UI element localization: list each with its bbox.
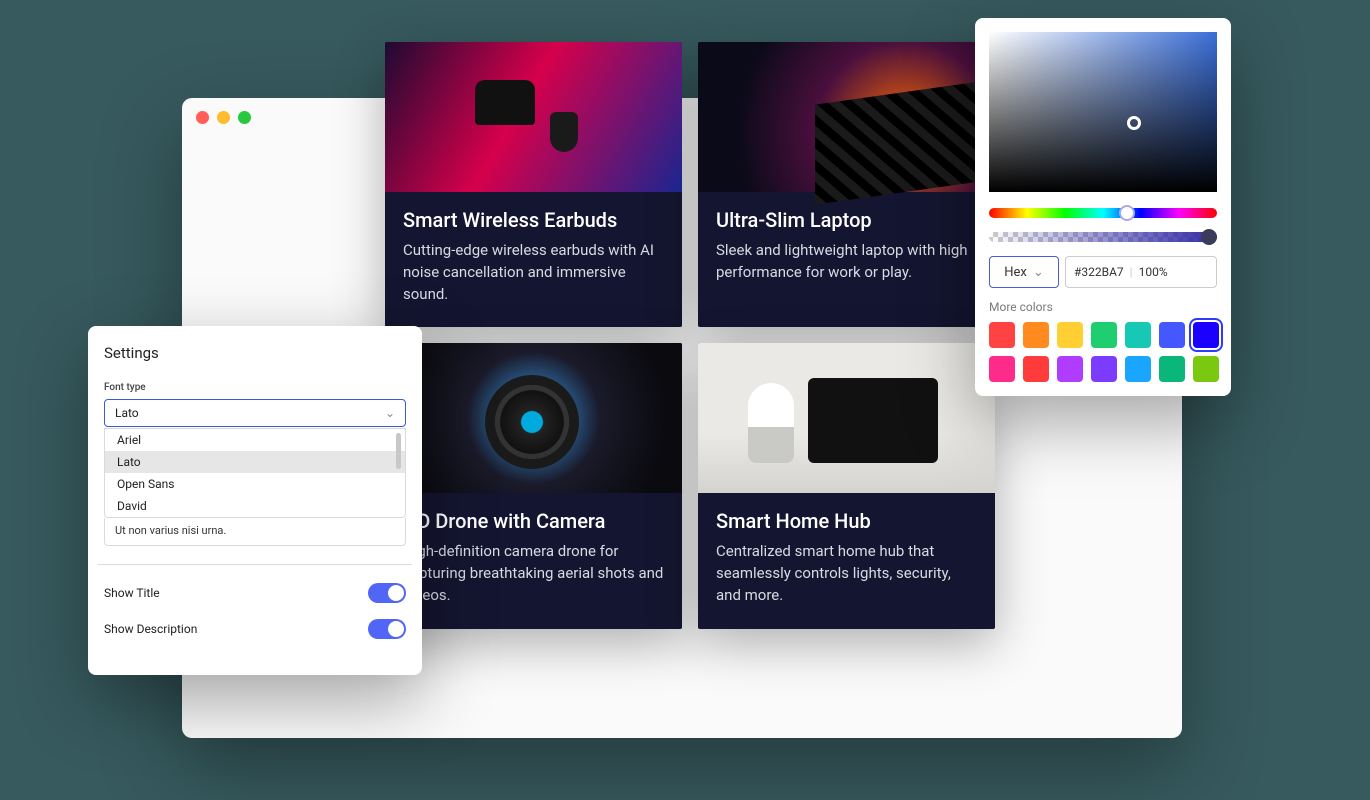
show-title-label: Show Title (104, 586, 160, 600)
color-swatch[interactable] (1159, 322, 1185, 348)
color-swatch[interactable] (1057, 356, 1083, 382)
color-swatch[interactable] (1193, 356, 1219, 382)
hue-cursor-icon[interactable] (1119, 205, 1135, 221)
swatch-grid (989, 322, 1217, 382)
color-swatch[interactable] (1159, 356, 1185, 382)
color-swatch[interactable] (1193, 322, 1219, 348)
show-description-label: Show Description (104, 622, 197, 636)
product-image (698, 42, 995, 192)
color-swatch[interactable] (1057, 322, 1083, 348)
product-description: Sleek and lightweight laptop with high p… (716, 240, 977, 284)
close-icon[interactable] (196, 111, 209, 124)
product-title: Smart Wireless Earbuds (403, 208, 664, 232)
product-card[interactable]: HD Drone with Camera High-definition cam… (385, 343, 682, 628)
sv-cursor-icon[interactable] (1127, 116, 1141, 130)
hex-value: #322BA7 (1074, 265, 1124, 279)
product-title: Ultra-Slim Laptop (716, 208, 977, 232)
maximize-icon[interactable] (238, 111, 251, 124)
color-format-value: Hex (1004, 265, 1027, 280)
font-select[interactable]: Lato ⌄ (104, 399, 406, 427)
product-card[interactable]: Smart Wireless Earbuds Cutting-edge wire… (385, 42, 682, 327)
product-description: High-definition camera drone for capturi… (403, 541, 664, 606)
saturation-value-area[interactable] (989, 32, 1217, 192)
font-type-label: Font type (104, 382, 406, 393)
chevron-down-icon: ⌄ (385, 406, 395, 420)
color-swatch[interactable] (1023, 356, 1049, 382)
color-swatch[interactable] (1023, 322, 1049, 348)
font-dropdown: Ariel Lato Open Sans David (104, 428, 406, 518)
divider (98, 564, 412, 565)
alpha-value: 100% (1139, 265, 1168, 279)
settings-heading: Settings (104, 344, 406, 362)
show-title-toggle[interactable] (368, 583, 406, 603)
color-swatch[interactable] (1091, 356, 1117, 382)
font-option[interactable]: David (105, 495, 405, 517)
product-card[interactable]: Ultra-Slim Laptop Sleek and lightweight … (698, 42, 995, 327)
product-title: Smart Home Hub (716, 509, 977, 533)
card-grid: Smart Wireless Earbuds Cutting-edge wire… (385, 42, 995, 629)
alpha-cursor-icon[interactable] (1201, 229, 1217, 245)
product-description: Centralized smart home hub that seamless… (716, 541, 977, 606)
color-swatch[interactable] (1125, 322, 1151, 348)
description-textarea[interactable]: Ut non varius nisi urna. (104, 518, 406, 546)
color-swatch[interactable] (989, 356, 1015, 382)
product-card[interactable]: Smart Home Hub Centralized smart home hu… (698, 343, 995, 628)
product-title: HD Drone with Camera (403, 509, 664, 533)
scrollbar[interactable] (396, 433, 401, 469)
chevron-down-icon: ⌄ (1033, 265, 1044, 280)
settings-panel: Settings Font type Lato ⌄ Ariel Lato Ope… (88, 326, 422, 675)
font-select-value: Lato (115, 406, 139, 420)
font-option[interactable]: Open Sans (105, 473, 405, 495)
color-swatch[interactable] (1091, 322, 1117, 348)
font-option[interactable]: Ariel (105, 429, 405, 451)
product-image (385, 42, 682, 192)
color-picker-panel: Hex ⌄ #322BA7 | 100% More colors (975, 18, 1231, 396)
product-image (698, 343, 995, 493)
hex-input[interactable]: #322BA7 | 100% (1065, 256, 1217, 288)
separator: | (1130, 265, 1133, 279)
minimize-icon[interactable] (217, 111, 230, 124)
product-description: Cutting-edge wireless earbuds with AI no… (403, 240, 664, 305)
product-image (385, 343, 682, 493)
color-swatch[interactable] (1125, 356, 1151, 382)
hue-slider[interactable] (989, 208, 1217, 218)
alpha-slider[interactable] (989, 232, 1217, 242)
font-option[interactable]: Lato (105, 451, 405, 473)
color-swatch[interactable] (989, 322, 1015, 348)
show-description-toggle[interactable] (368, 619, 406, 639)
color-format-select[interactable]: Hex ⌄ (989, 256, 1059, 288)
more-colors-label: More colors (989, 300, 1217, 314)
